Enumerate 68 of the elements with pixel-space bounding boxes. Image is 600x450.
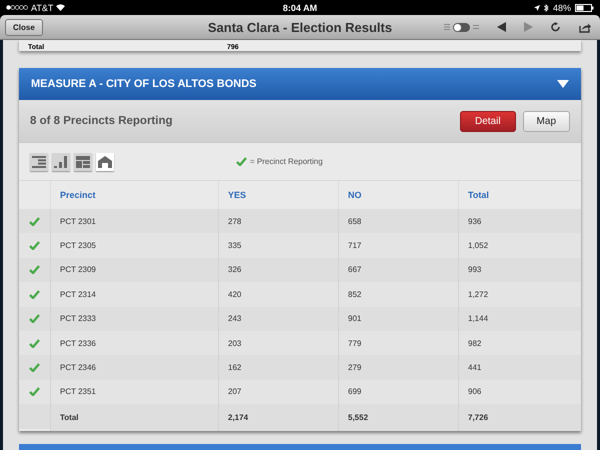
carrier-name: AT&T — [31, 2, 54, 12]
total-cell: 7,726 — [458, 404, 581, 432]
bluetooth-icon — [544, 4, 549, 12]
table-cell: 936 — [458, 209, 581, 234]
table-cell: 335 — [218, 233, 338, 258]
table-cell: PCT 2333 — [50, 306, 218, 331]
table-cell: 901 — [338, 306, 458, 331]
battery-percent: 48% — [552, 2, 571, 12]
table-cell: PCT 2309 — [50, 258, 218, 282]
table-cell: 699 — [338, 380, 458, 404]
table-cell: 279 — [338, 355, 458, 380]
total-cell: 2,174 — [218, 404, 338, 432]
list-icon — [32, 156, 46, 168]
table-cell: 203 — [218, 330, 338, 356]
table-cell: 779 — [338, 330, 458, 356]
view-button[interactable] — [30, 152, 48, 170]
signal-icon — [6, 5, 28, 10]
back-arrow-icon[interactable] — [497, 22, 506, 32]
table-cell: 993 — [458, 258, 581, 282]
precincts-reporting: 8 of 8 Precincts Reporting — [30, 115, 174, 127]
total-cell: 5,552 — [338, 404, 458, 432]
table-cell: 852 — [338, 282, 458, 307]
view-toggle[interactable] — [453, 22, 470, 32]
refresh-icon[interactable] — [551, 22, 561, 32]
measure-header[interactable]: MEASURE A - CITY OF LOS ALTOS BONDS — [19, 68, 581, 100]
collapse-triangle-icon[interactable] — [557, 80, 569, 88]
table-cell: 667 — [338, 258, 458, 282]
home-icon — [98, 156, 112, 168]
table-cell: PCT 2314 — [50, 282, 218, 307]
table-cell: 326 — [218, 258, 338, 282]
table-cell: PCT 2336 — [50, 330, 218, 356]
table-cell: 1,052 — [458, 233, 581, 258]
table-cell: 243 — [218, 306, 338, 331]
detail-button[interactable]: Detail — [460, 110, 516, 132]
location-icon — [534, 4, 540, 10]
table-cell: 278 — [218, 209, 338, 234]
table-cell: 658 — [338, 209, 458, 234]
table-cell: 717 — [338, 233, 458, 258]
table-cell: PCT 2346 — [50, 355, 218, 380]
lines-icon — [473, 24, 479, 30]
table-cell: PCT 2351 — [50, 380, 218, 404]
table-cell: 906 — [458, 380, 581, 404]
close-button[interactable]: Close — [5, 18, 43, 36]
total-cell: Total — [50, 404, 218, 432]
view-button[interactable] — [74, 152, 92, 170]
table-cell: 441 — [458, 355, 581, 380]
table-cell: 162 — [218, 355, 338, 380]
window-title: Santa Clara - Election Results — [208, 20, 392, 34]
table-cell: 1,144 — [458, 306, 581, 331]
grid-icon — [76, 156, 90, 168]
list-icon — [444, 24, 450, 30]
table-cell: PCT 2301 — [50, 209, 218, 234]
legend-text: = Precinct Reporting — [250, 157, 323, 166]
table-cell: 420 — [218, 282, 338, 307]
measure-title: MEASURE A - CITY OF LOS ALTOS BONDS — [31, 78, 258, 90]
bar-chart-icon — [54, 156, 68, 168]
map-button[interactable]: Map — [522, 110, 570, 132]
table-cell: PCT 2305 — [50, 233, 218, 258]
table-cell: 982 — [458, 330, 581, 356]
table-cell: 1,272 — [458, 282, 581, 307]
view-button[interactable] — [96, 152, 114, 170]
share-icon[interactable] — [579, 22, 591, 32]
wifi-icon — [56, 4, 66, 11]
battery-icon — [575, 4, 594, 12]
view-button[interactable] — [52, 152, 70, 170]
table-cell: 207 — [218, 380, 338, 404]
check-icon — [236, 157, 247, 166]
clock-time: 8:04 AM — [282, 2, 318, 12]
